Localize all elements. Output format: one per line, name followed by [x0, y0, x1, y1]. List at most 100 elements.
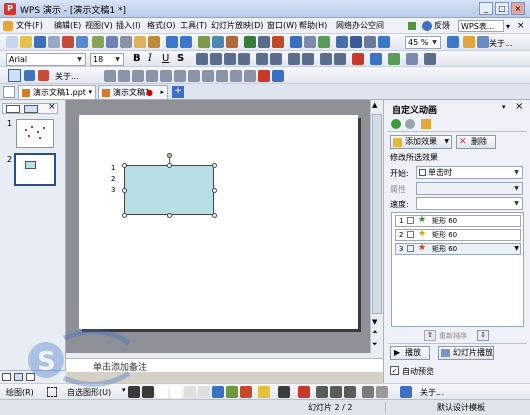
property-combo[interactable]: ▼: [416, 182, 523, 195]
show-formatting-icon[interactable]: [378, 36, 390, 48]
menu-format[interactable]: 格式(O): [147, 20, 176, 31]
scroll-up-icon[interactable]: ▲: [372, 101, 377, 109]
maximize-button[interactable]: □: [495, 2, 509, 15]
new-tab-icon[interactable]: +: [172, 86, 184, 98]
tab-document-ppt[interactable]: 演示文稿1.ppt ▾: [18, 85, 96, 99]
help-icon[interactable]: [447, 36, 459, 48]
drawbar-about[interactable]: 关于...: [420, 387, 444, 398]
columns-icon[interactable]: [350, 36, 362, 48]
dash-style-icon[interactable]: [330, 386, 342, 398]
design-template-icon[interactable]: [370, 53, 382, 65]
diagram-icon[interactable]: [226, 386, 238, 398]
more-icon[interactable]: [424, 53, 436, 65]
panel-close-icon[interactable]: ×: [48, 102, 56, 112]
resize-handle-e[interactable]: [212, 188, 217, 193]
selected-rectangle-shape[interactable]: [124, 165, 214, 215]
clipart-icon[interactable]: [240, 386, 252, 398]
save-icon[interactable]: [34, 36, 46, 48]
3d-style-icon[interactable]: [376, 386, 388, 398]
select-objects-icon[interactable]: [8, 69, 21, 82]
menu-file[interactable]: 文件(F): [16, 20, 43, 31]
resize-handle-ne[interactable]: [212, 163, 217, 168]
decrease-indent-icon[interactable]: [334, 53, 346, 65]
toolbar1-about[interactable]: 关于...: [489, 38, 513, 49]
normal-view-icon[interactable]: [2, 373, 11, 381]
line-style-icon[interactable]: [316, 386, 328, 398]
bold-icon[interactable]: B: [133, 53, 141, 64]
search-go-icon[interactable]: ▾: [506, 22, 510, 31]
minimize-button[interactable]: _: [479, 2, 493, 15]
tab-menu-icon[interactable]: ▸: [160, 86, 164, 99]
font-a-icon[interactable]: [258, 70, 270, 82]
font-color-draw-icon[interactable]: [298, 386, 310, 398]
draw-menu[interactable]: 绘图(R): [6, 387, 34, 398]
wordart-icon[interactable]: [212, 386, 224, 398]
sorter-view-icon[interactable]: [14, 373, 23, 381]
vertical-scrollbar[interactable]: ▲ ▼ ⏶ ⏷: [370, 100, 383, 353]
resize-handle-n[interactable]: [167, 163, 172, 168]
close-button[interactable]: ×: [511, 2, 525, 15]
slide-thumbnail-2[interactable]: [14, 153, 56, 186]
feedback-link[interactable]: 反馈: [434, 20, 450, 31]
more-draw-icon[interactable]: [400, 386, 412, 398]
slideshow-view-icon[interactable]: [26, 373, 35, 381]
menu-insert[interactable]: 插入(I): [116, 20, 141, 31]
tab-list-icon[interactable]: [3, 86, 15, 98]
slide-canvas[interactable]: 1 2 3: [79, 115, 358, 329]
doc-close-icon[interactable]: ×: [517, 21, 525, 31]
wps-search-box[interactable]: WPS表...: [458, 20, 504, 32]
distribute-icon[interactable]: [238, 53, 250, 65]
animation-icon[interactable]: [318, 36, 330, 48]
shadow-style-icon[interactable]: [362, 386, 374, 398]
image-control-icon[interactable]: [230, 70, 242, 82]
checkbox-control-icon[interactable]: [146, 70, 158, 82]
menu-view[interactable]: 视图(V): [85, 20, 113, 31]
radio-control-icon[interactable]: [160, 70, 172, 82]
expand-icon[interactable]: [364, 36, 376, 48]
cut-icon[interactable]: [106, 36, 118, 48]
listbox-control-icon[interactable]: [174, 70, 186, 82]
align-center-icon[interactable]: [210, 53, 222, 65]
add-effect-button[interactable]: 添加效果 ▼: [390, 135, 452, 149]
vertical-textbox-icon[interactable]: [198, 386, 210, 398]
menu-help[interactable]: 帮助(H): [299, 20, 327, 31]
menu-network-office[interactable]: 网络办公空间: [336, 20, 384, 31]
taskpane-menu-icon[interactable]: ▾: [502, 103, 506, 111]
font-color-icon[interactable]: [352, 53, 364, 65]
slide-thumbnail-1[interactable]: [16, 119, 54, 148]
autoshape-menu[interactable]: 自选图形(U): [67, 387, 111, 398]
increase-font-icon[interactable]: [288, 53, 300, 65]
shadow-icon[interactable]: S: [177, 53, 184, 64]
insert-chart-icon[interactable]: [212, 36, 224, 48]
new-icon[interactable]: [6, 36, 18, 48]
tab-close-icon[interactable]: ▾: [88, 86, 92, 99]
design-icon[interactable]: [304, 36, 316, 48]
textbox-icon[interactable]: [184, 386, 196, 398]
options-icon[interactable]: [477, 36, 489, 48]
color-icon[interactable]: [272, 36, 284, 48]
italic-icon[interactable]: I: [148, 53, 152, 64]
paste-icon[interactable]: [134, 36, 146, 48]
resize-handle-nw[interactable]: [122, 163, 127, 168]
preview-icon[interactable]: [76, 36, 88, 48]
font-size-combo[interactable]: 18 ▼: [90, 53, 124, 66]
spin-control-icon[interactable]: [216, 70, 228, 82]
oval-icon[interactable]: [170, 386, 182, 398]
line-color-icon[interactable]: [278, 386, 290, 398]
back-icon[interactable]: [391, 119, 401, 129]
copy-icon[interactable]: [120, 36, 132, 48]
tab-close-icon[interactable]: ●: [146, 86, 153, 99]
undo-icon[interactable]: [166, 36, 178, 48]
zoom-combo[interactable]: 45 % ▼: [405, 36, 441, 49]
next-slide-icon[interactable]: ⏷: [372, 340, 378, 349]
insert-image-icon[interactable]: [226, 36, 238, 48]
spellcheck-icon[interactable]: [92, 36, 104, 48]
underline-icon[interactable]: U: [162, 53, 169, 64]
autopreview-checkbox[interactable]: ✓: [390, 366, 399, 375]
toolbar3-about[interactable]: 关于...: [55, 71, 79, 82]
align-right-icon[interactable]: [224, 53, 236, 65]
table-icon[interactable]: [336, 36, 348, 48]
button-control-icon[interactable]: [132, 70, 144, 82]
resize-handle-se[interactable]: [212, 213, 217, 218]
animation-item-3[interactable]: 3 ★ 矩形 60 ▼: [395, 243, 521, 255]
